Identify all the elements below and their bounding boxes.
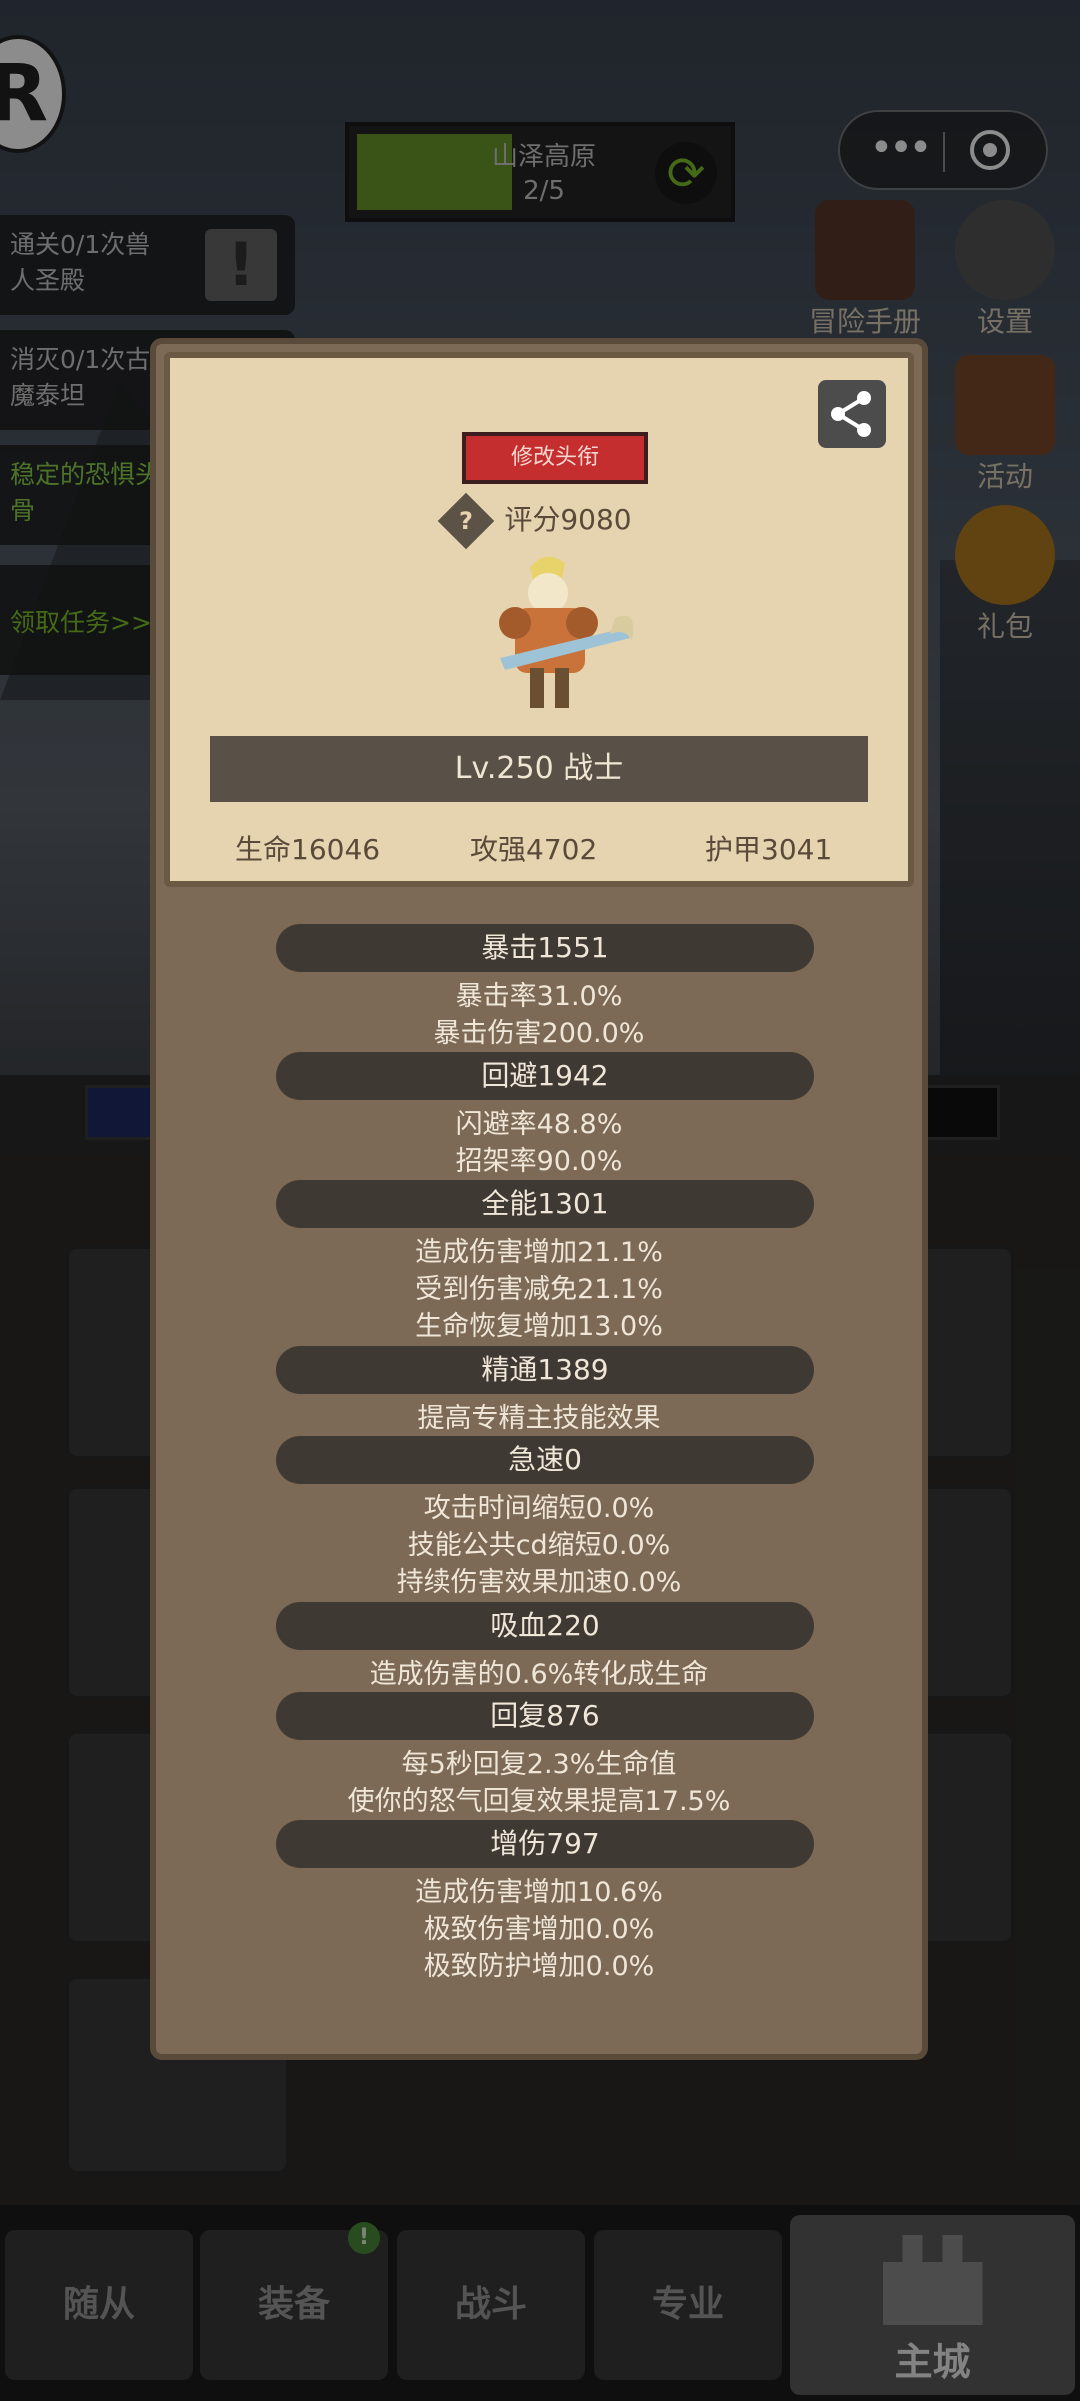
stat-line: 闪避率48.8% <box>455 1109 623 1140</box>
stat-group-header: 全能1301 <box>276 1180 814 1228</box>
stat-group-header: 精通1389 <box>276 1346 814 1394</box>
stat-group-header: 吸血220 <box>276 1602 814 1650</box>
stat-attack-power: 攻强4702 <box>470 833 598 866</box>
stat-group-header: 急速0 <box>276 1436 814 1484</box>
stat-armor: 护甲3041 <box>705 833 833 866</box>
rename-title-button[interactable]: 修改头衔 <box>462 432 648 484</box>
stat-line: 招架率90.0% <box>455 1146 623 1177</box>
stat-line: 每5秒回复2.3%生命值 <box>401 1749 677 1780</box>
stat-line: 极致防护增加0.0% <box>423 1951 655 1982</box>
stat-line: 暴击伤害200.0% <box>433 1018 645 1049</box>
stat-line: 使你的怒气回复效果提高17.5% <box>347 1786 731 1817</box>
character-card: 修改头衔 ? 评分9080 Lv.250 战士 生命16046 攻强4702 护甲… <box>164 352 914 887</box>
stat-line: 持续伤害效果加速0.0% <box>396 1567 682 1598</box>
stat-line: 造成伤害的0.6%转化成生命 <box>369 1659 709 1690</box>
stat-group-header: 回复876 <box>276 1692 814 1740</box>
stat-line: 受到伤害减免21.1% <box>415 1274 663 1305</box>
rating-value: 评分9080 <box>504 503 632 536</box>
share-icon[interactable] <box>818 380 886 448</box>
stat-group-header: 回避1942 <box>276 1052 814 1100</box>
warrior-avatar <box>460 548 640 718</box>
rating-row: ? 评分9080 <box>170 492 908 550</box>
stat-line: 提高专精主技能效果 <box>417 1403 661 1434</box>
character-stats-popup: 修改头衔 ? 评分9080 Lv.250 战士 生命16046 攻强4702 护甲… <box>150 338 928 2060</box>
stat-line: 极致伤害增加0.0% <box>423 1914 655 1945</box>
help-icon[interactable]: ? <box>438 492 495 550</box>
stat-group-header: 增伤797 <box>276 1820 814 1868</box>
stat-line: 造成伤害增加21.1% <box>415 1237 663 1268</box>
level-class-bar: Lv.250 战士 <box>210 736 868 802</box>
stat-line: 生命恢复增加13.0% <box>415 1311 663 1342</box>
stat-line: 造成伤害增加10.6% <box>415 1877 663 1908</box>
stat-line: 攻击时间缩短0.0% <box>423 1493 655 1524</box>
stat-hp: 生命16046 <box>235 833 381 866</box>
stat-group-header: 暴击1551 <box>276 924 814 972</box>
stat-line: 暴击率31.0% <box>455 981 623 1012</box>
stat-line: 技能公共cd缩短0.0% <box>407 1530 671 1561</box>
